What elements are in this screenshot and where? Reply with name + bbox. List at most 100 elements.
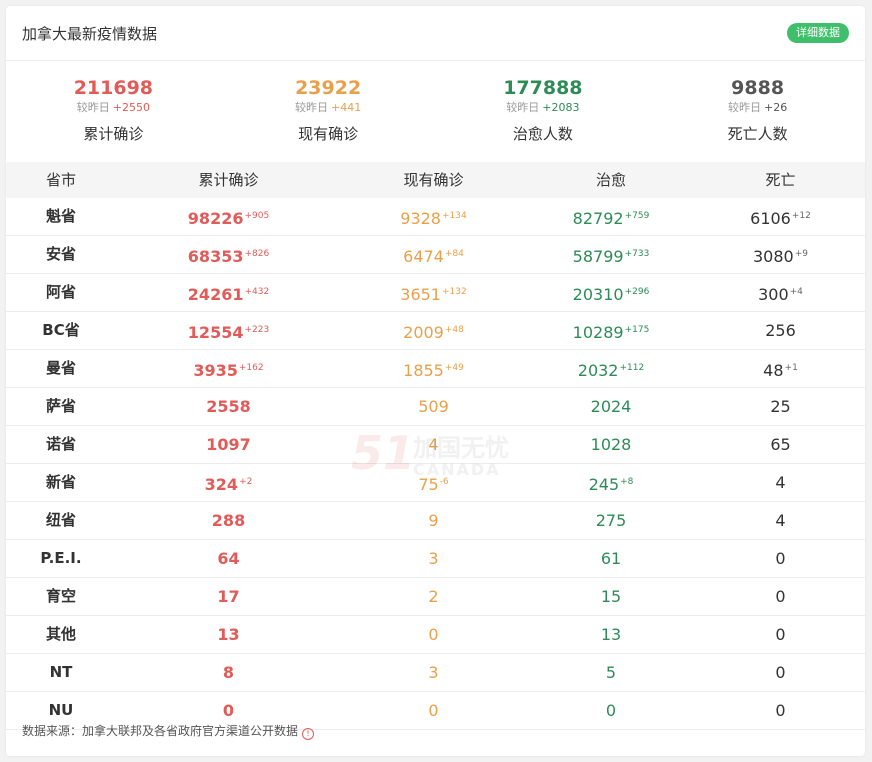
deaths-value: 4 (775, 511, 786, 530)
cumulative-value: 1097 (206, 435, 251, 454)
recovered-cell: 61 (526, 540, 696, 577)
cumulative-cell: 68353+826 (116, 236, 341, 273)
cumulative-value: 288 (211, 511, 246, 530)
cumulative-cell: 324+2 (116, 464, 341, 501)
cumulative-increment: +223 (244, 325, 270, 335)
deaths-cell: 4 (696, 502, 865, 539)
recovered-cell: 5 (526, 654, 696, 691)
cumulative-cell: 64 (116, 540, 341, 577)
deaths-cell: 256 (696, 312, 865, 349)
deaths-cell: 0 (696, 692, 865, 729)
recovered-cell: 1028 (526, 426, 696, 463)
deaths-cell: 0 (696, 540, 865, 577)
active-cell: 3 (341, 540, 526, 577)
detail-data-button[interactable]: 详细数据 (787, 23, 849, 43)
deaths-value: 48 (763, 361, 784, 380)
stat-delta: 较昨日 +26 (650, 100, 865, 116)
active-value: 75 (418, 475, 439, 494)
province-name: 育空 (45, 587, 76, 605)
stat-deaths: 9888 较昨日 +26 死亡人数 (650, 64, 865, 156)
active-cell: 9 (341, 502, 526, 539)
province-name: 诺省 (45, 435, 76, 453)
cumulative-increment: +432 (244, 287, 270, 297)
active-increment: +84 (444, 249, 464, 259)
deaths-increment: +12 (791, 211, 811, 221)
cumulative-cell: 13 (116, 616, 341, 653)
recovered-increment: +733 (624, 249, 650, 259)
deaths-increment: +4 (789, 287, 803, 297)
recovered-cell: 82792+759 (526, 198, 696, 235)
province-name: 曼省 (45, 359, 76, 377)
cumulative-cell: 24261+432 (116, 274, 341, 311)
recovered-value: 2024 (590, 397, 632, 416)
stat-delta-label: 较昨日 (295, 101, 329, 114)
province-name: P.E.I. (40, 549, 82, 567)
recovered-cell: 13 (526, 616, 696, 653)
table-row: 诺省 1097 4 1028 65 (6, 426, 865, 464)
recovered-cell: 275 (526, 502, 696, 539)
active-cell: 9328+134 (341, 198, 526, 235)
active-increment: +49 (444, 363, 464, 373)
deaths-value: 0 (775, 587, 786, 606)
stat-value: 9888 (731, 77, 785, 99)
active-cell: 4 (341, 426, 526, 463)
recovered-increment: +175 (624, 325, 650, 335)
stat-delta: 较昨日 +2550 (6, 100, 221, 116)
table-row: 魁省 98226+905 9328+134 82792+759 6106+12 (6, 198, 865, 236)
stat-value: 211698 (73, 77, 154, 99)
cumulative-increment: +905 (244, 211, 270, 221)
cumulative-increment: +826 (244, 249, 270, 259)
deaths-cell: 25 (696, 388, 865, 425)
deaths-cell: 0 (696, 654, 865, 691)
recovered-value: 275 (595, 511, 627, 530)
active-cell: 3651+132 (341, 274, 526, 311)
table-header-row: 省市 累计确诊 现有确诊 治愈 死亡 (6, 162, 865, 198)
cumulative-cell: 8 (116, 654, 341, 691)
recovered-value: 2032 (577, 361, 619, 380)
deaths-cell: 0 (696, 616, 865, 653)
cumulative-value: 12554 (187, 323, 244, 342)
recovered-increment: +8 (620, 477, 634, 487)
recovered-increment: +296 (624, 287, 650, 297)
active-increment: -6 (439, 477, 449, 487)
column-header-deaths: 死亡 (765, 171, 796, 189)
stat-delta-label: 较昨日 (506, 101, 540, 114)
deaths-value: 65 (770, 435, 791, 454)
card-title: 加拿大最新疫情数据 (22, 25, 158, 43)
column-header-cumulative: 累计确诊 (198, 171, 259, 189)
table-row: BC省 12554+223 2009+48 10289+175 256 (6, 312, 865, 350)
column-header-recovered: 治愈 (595, 171, 626, 189)
recovered-value: 245 (588, 475, 620, 494)
active-cell: 6474+84 (341, 236, 526, 273)
info-icon[interactable]: ! (302, 728, 315, 740)
active-increment: +134 (441, 211, 467, 221)
table-row: 新省 324+2 75-6 245+8 4 (6, 464, 865, 502)
recovered-cell: 2024 (526, 388, 696, 425)
cumulative-value: 324 (204, 475, 239, 494)
deaths-cell: 3080+9 (696, 236, 865, 273)
column-header-active: 现有确诊 (403, 171, 464, 189)
active-value: 3 (428, 663, 439, 682)
cumulative-cell: 17 (116, 578, 341, 615)
deaths-cell: 6106+12 (696, 198, 865, 235)
active-value: 509 (418, 397, 449, 416)
cumulative-value: 64 (217, 549, 240, 568)
active-value: 9328 (400, 209, 441, 228)
active-increment: +132 (441, 287, 467, 297)
table-row: 其他 13 0 13 0 (6, 616, 865, 654)
recovered-value: 0 (605, 701, 617, 720)
recovered-value: 61 (600, 549, 622, 568)
deaths-value: 4 (775, 473, 786, 492)
deaths-increment: +1 (784, 363, 798, 373)
stat-value: 177888 (503, 77, 583, 99)
deaths-cell: 48+1 (696, 350, 865, 387)
cumulative-value: 68353 (187, 247, 244, 266)
deaths-value: 300 (758, 285, 789, 304)
province-name: NT (49, 663, 73, 681)
stat-delta-label: 较昨日 (728, 101, 762, 114)
active-cell: 75-6 (341, 464, 526, 501)
cumulative-cell: 3935+162 (116, 350, 341, 387)
recovered-increment: +112 (619, 363, 645, 373)
deaths-value: 0 (775, 663, 786, 682)
recovered-value: 1028 (590, 435, 632, 454)
